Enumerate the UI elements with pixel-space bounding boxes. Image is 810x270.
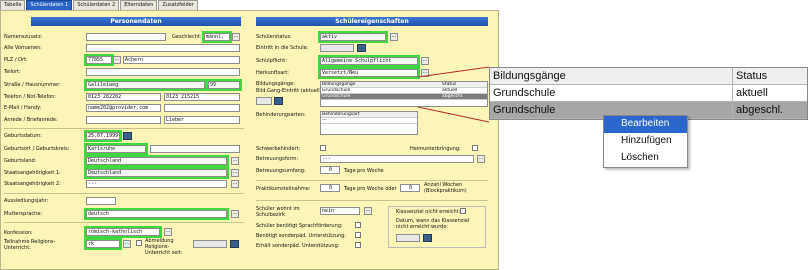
context-menu: Bearbeiten Hinzufügen Löschen xyxy=(603,115,688,168)
zoom-header-status: Status xyxy=(736,70,768,82)
menu-item-loeschen[interactable]: Löschen xyxy=(604,150,687,167)
bildungsgaenge-zoom-table[interactable]: Bildungsgänge Status Grundschule aktuell… xyxy=(489,67,808,120)
callout-lines xyxy=(417,66,490,123)
table-row[interactable]: Grundschule aktuell xyxy=(490,85,807,102)
zoom-header-row: Bildungsgänge Status xyxy=(490,68,807,85)
menu-item-bearbeiten[interactable]: Bearbeiten xyxy=(604,116,687,133)
zoom-cell: Grundschule xyxy=(490,85,733,101)
menu-item-hinzufuegen[interactable]: Hinzufügen xyxy=(604,133,687,150)
zoom-cell: aktuell xyxy=(736,87,768,99)
zoom-cell: abgeschl. xyxy=(736,104,784,116)
zoom-header-bildungsgaenge: Bildungsgänge xyxy=(490,68,733,84)
